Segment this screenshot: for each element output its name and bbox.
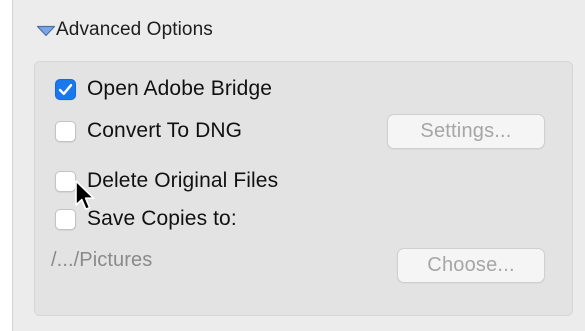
- convert-dng-row[interactable]: Convert To DNG: [55, 117, 242, 145]
- disclosure-triangle-down-icon[interactable]: [36, 24, 56, 37]
- delete-originals-row[interactable]: Delete Original Files: [55, 167, 278, 195]
- open-bridge-row[interactable]: Open Adobe Bridge: [55, 75, 272, 103]
- choose-button[interactable]: Choose...: [397, 248, 545, 283]
- open-bridge-label: Open Adobe Bridge: [87, 77, 273, 100]
- convert-dng-checkbox[interactable]: [55, 120, 76, 142]
- checkmark-icon: [58, 83, 73, 95]
- save-copies-label: Save Copies to:: [87, 207, 237, 230]
- settings-button[interactable]: Settings...: [387, 114, 545, 149]
- convert-dng-label: Convert To DNG: [87, 119, 243, 142]
- delete-originals-label: Delete Original Files: [87, 169, 279, 192]
- delete-originals-checkbox[interactable]: [55, 170, 76, 192]
- save-copies-checkbox[interactable]: [55, 208, 76, 230]
- open-bridge-checkbox[interactable]: [55, 78, 76, 100]
- save-copies-row[interactable]: Save Copies to:: [55, 205, 237, 233]
- advanced-options-disclosure[interactable]: Advanced Options: [36, 16, 213, 44]
- save-path-text: /.../Pictures: [51, 249, 153, 271]
- section-title: Advanced Options: [56, 19, 213, 40]
